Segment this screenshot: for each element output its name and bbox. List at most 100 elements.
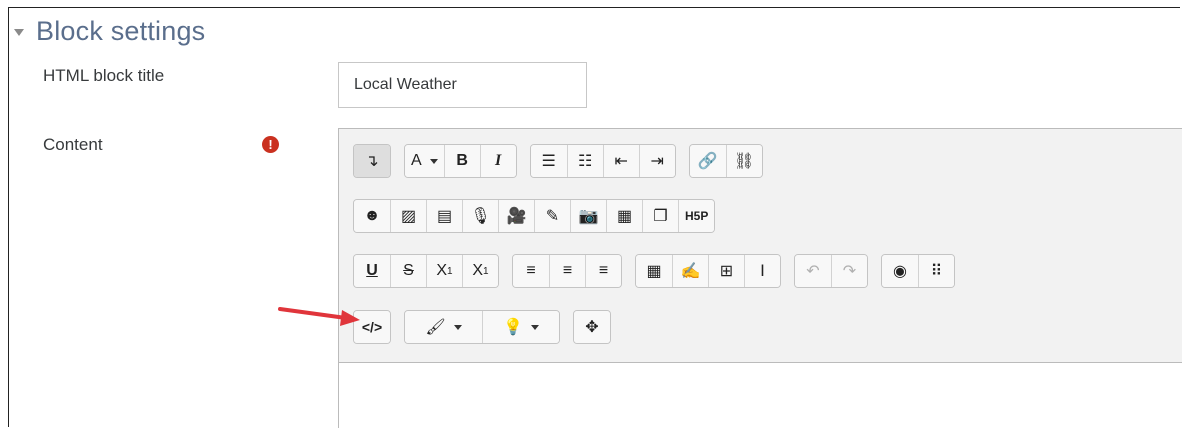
equation-button[interactable]: ▦ — [636, 255, 672, 287]
ordered-list-button[interactable]: ☷ — [566, 145, 603, 177]
record-video-button[interactable]: 🎥 — [498, 200, 534, 232]
screenreader-helper-button[interactable]: ⠿ — [918, 255, 954, 287]
redo-button[interactable]: ↷ — [831, 255, 867, 287]
align-left-button[interactable]: ≡ — [513, 255, 549, 287]
h5p-button[interactable]: H5P — [678, 200, 715, 232]
undo-icon: ↶ — [806, 263, 820, 280]
toolbar-row-1: ↴ A B I ☰ ☷ ⇤ ⇥ 🔗 ⛓ — [353, 144, 776, 178]
align-center-icon: ≡ — [562, 262, 573, 279]
table-button[interactable]: ⊞ — [708, 255, 744, 287]
indent-button[interactable]: ⇥ — [638, 145, 675, 177]
italic-icon: I — [495, 152, 502, 169]
subscript-mark: 1 — [447, 265, 453, 277]
record-video-icon: 🎥 — [506, 208, 527, 225]
subscript-icon: X — [436, 262, 448, 279]
snapshot-icon: 📷 — [578, 208, 599, 225]
image-button[interactable]: ▨ — [390, 200, 426, 232]
show-more-buttons-icon: ↴ — [365, 153, 379, 170]
outdent-icon: ⇤ — [614, 153, 628, 170]
undo-button[interactable]: ↶ — [795, 255, 831, 287]
button-group: ABI — [404, 144, 517, 178]
screenreader-helper-icon: ⠿ — [930, 263, 943, 280]
button-group: ☻ ▨ ▤ 🎙 🎥 ✎ 📷 ▦ ❐ H5P — [353, 199, 716, 233]
underline-button[interactable]: U — [354, 255, 390, 287]
required-icon: ! — [262, 136, 279, 153]
strikethrough-button[interactable]: S — [390, 255, 426, 287]
link-icon: 🔗 — [697, 153, 718, 170]
word-import-button[interactable]: ▦ — [606, 200, 642, 232]
toolbar-row-4: </> 🖌 💡 ✥ — [353, 310, 624, 344]
strikethrough-icon: S — [403, 262, 414, 279]
toolbar-row-2: ☻ ▨ ▤ 🎙 🎥 ✎ 📷 ▦ ❐ H5P — [353, 199, 728, 233]
annotation-arrow-icon — [278, 307, 360, 326]
paint-button[interactable]: 🖌 — [405, 311, 482, 343]
align-right-icon: ≡ — [598, 262, 609, 279]
button-group: 🔗 ⛓ — [688, 144, 763, 178]
copy-button[interactable]: ❐ — [642, 200, 678, 232]
redo-icon: ↷ — [842, 263, 857, 280]
snapshot-button[interactable]: 📷 — [570, 200, 606, 232]
align-left-icon: ≡ — [526, 262, 536, 279]
link-button[interactable]: 🔗 — [689, 145, 726, 177]
word-import-icon: ▦ — [616, 208, 633, 225]
media-icon: ▤ — [436, 208, 453, 225]
button-group: USX1X1 — [353, 254, 499, 288]
bold-icon: B — [456, 152, 468, 169]
dropdown-caret-icon — [429, 158, 438, 164]
unordered-list-icon: ☰ — [541, 153, 556, 170]
button-group: 🖌 💡 — [404, 310, 560, 344]
section-header[interactable]: Block settings — [14, 15, 205, 47]
button-group: ☰ ☷ ⇤ ⇥ — [529, 144, 676, 178]
superscript-button[interactable]: X1 — [462, 255, 498, 287]
bold-button[interactable]: B — [443, 145, 480, 177]
unlink-icon: ⛓ — [734, 153, 755, 170]
font-color-icon: A — [411, 152, 422, 169]
section-title: Block settings — [36, 15, 206, 46]
emoji-button[interactable]: ☻ — [354, 200, 390, 232]
outdent-button[interactable]: ⇤ — [602, 145, 639, 177]
copy-icon: ❐ — [653, 208, 668, 225]
clear-formatting-icon: Ⅰ — [760, 263, 765, 280]
unlink-button[interactable]: ⛓ — [725, 145, 762, 177]
unordered-list-button[interactable]: ☰ — [530, 145, 567, 177]
drawing-button[interactable]: ✎ — [534, 200, 570, 232]
media-button[interactable]: ▤ — [426, 200, 462, 232]
superscript-mark: 1 — [483, 265, 489, 277]
edit-icon: ✍ — [680, 263, 701, 280]
fullscreen-icon: ✥ — [585, 319, 599, 336]
image-icon: ▨ — [400, 208, 417, 225]
editor-content-area[interactable] — [339, 362, 1182, 443]
collapse-caret-icon[interactable] — [14, 28, 24, 36]
tip-icon: 💡 — [503, 319, 523, 336]
tip-button[interactable]: 💡 — [482, 311, 559, 343]
atto-editor: ↴ A B I ☰ ☷ ⇤ ⇥ 🔗 ⛓ ☻ ▨ ▤ 🎙 🎥 ✎ 📷 ▦ ❐ H5P U S X 1 X 1 ≡ ≡ ≡ ▦ ✍ ⊞ Ⅰ ↶ ↷ ◉… — [338, 128, 1182, 443]
button-group: ↴ — [353, 144, 391, 178]
italic-button[interactable]: I — [479, 145, 516, 177]
emoji-icon: ☻ — [363, 207, 381, 224]
button-group: ↶ ↷ — [794, 254, 868, 288]
subscript-button[interactable]: X1 — [426, 255, 462, 287]
ordered-list-icon: ☷ — [578, 153, 593, 170]
title-input[interactable] — [338, 62, 587, 108]
table-icon: ⊞ — [719, 263, 734, 280]
h5p-icon: H5P — [685, 209, 709, 223]
button-group: ≡ ≡ ≡ — [512, 254, 622, 288]
title-label: HTML block title — [43, 66, 165, 85]
record-audio-button[interactable]: 🎙 — [462, 200, 498, 232]
font-color-button[interactable]: A — [405, 145, 444, 177]
edit-button[interactable]: ✍ — [672, 255, 708, 287]
indent-icon: ⇥ — [650, 153, 664, 170]
underline-icon: U — [366, 262, 378, 279]
fullscreen-button[interactable]: ✥ — [574, 311, 610, 343]
toolbar-row-3: U S X 1 X 1 ≡ ≡ ≡ ▦ ✍ ⊞ Ⅰ ↶ ↷ ◉ ⠿ — [353, 254, 968, 288]
align-center-button[interactable]: ≡ — [549, 255, 585, 287]
superscript-icon: X — [472, 262, 484, 279]
clear-formatting-button[interactable]: Ⅰ — [744, 255, 780, 287]
align-right-button[interactable]: ≡ — [585, 255, 621, 287]
button-group: ▦ ✍ ⊞ Ⅰ — [635, 254, 781, 288]
accessibility-checker-button[interactable]: ◉ — [882, 255, 918, 287]
show-more-buttons-button[interactable]: ↴ — [354, 145, 390, 177]
button-group: ◉ ⠿ — [881, 254, 955, 288]
accessibility-checker-icon: ◉ — [893, 263, 907, 280]
dropdown-caret-icon — [530, 324, 539, 330]
